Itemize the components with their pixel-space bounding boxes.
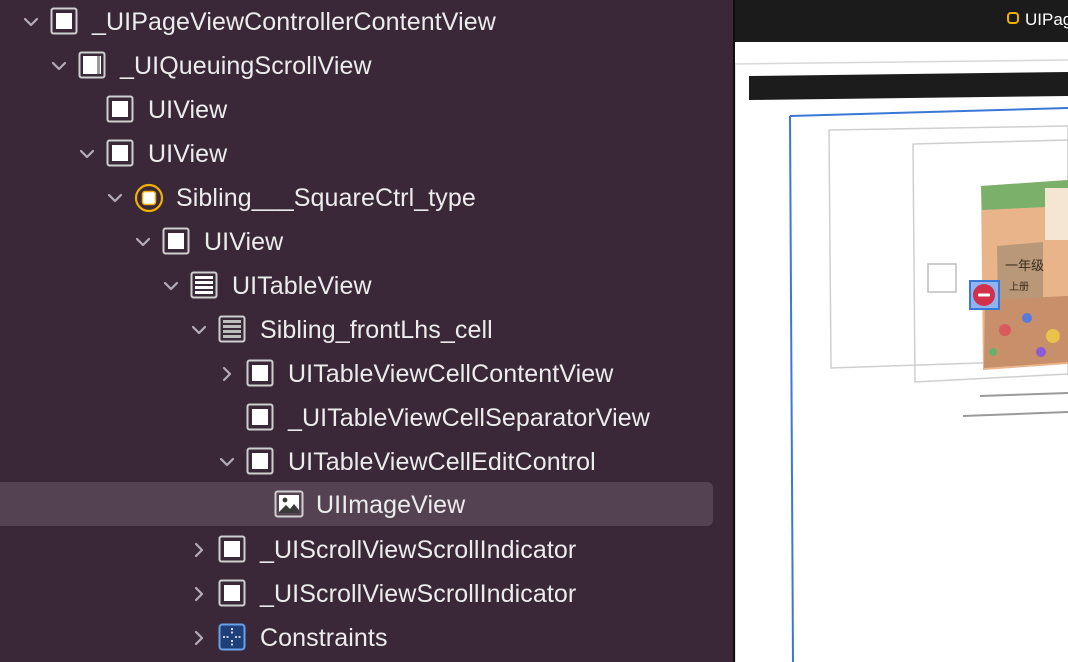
outline-item-label: UIView (148, 140, 228, 168)
book-grade-text: 一年级 (1005, 259, 1044, 274)
outline-item-label: UIImageView (316, 491, 466, 519)
outline-item-label: Sibling_frontLhs_cell (260, 316, 493, 344)
outline-item-label: Sibling___SquareCtrl_type (176, 184, 476, 212)
outline-row[interactable]: Sibling_frontLhs_cell (0, 308, 733, 352)
scene-header-bar (749, 72, 1068, 100)
view-icon (106, 95, 134, 123)
chevron-right-icon[interactable] (190, 541, 208, 559)
outline-row[interactable]: UITableView (0, 264, 733, 308)
view-icon (106, 139, 134, 167)
outline-row[interactable]: Sibling___SquareCtrl_type (0, 176, 733, 220)
outline-row[interactable]: _UIScrollViewScrollIndicator (0, 572, 733, 616)
outline-row[interactable]: UIView (0, 88, 733, 132)
outline-item-label: Constraints (260, 624, 388, 652)
outline-item-label: _UIScrollViewScrollIndicator (260, 580, 577, 608)
outline-row[interactable]: _UIPageViewControllerContentView (0, 0, 733, 44)
view-controller-icon (134, 183, 164, 213)
chevron-right-icon[interactable] (218, 365, 236, 383)
outline-row[interactable]: UIView (0, 132, 733, 176)
interface-builder-canvas[interactable]: UIPageV 一年级 上册 (735, 0, 1068, 662)
view-icon (218, 579, 246, 607)
outline-row[interactable]: UITableViewCellEditControl (0, 440, 733, 484)
chevron-down-icon[interactable] (22, 13, 40, 31)
outline-row[interactable]: UITableViewCellContentView (0, 352, 733, 396)
table-view-icon (190, 271, 218, 299)
outline-item-label: _UITableViewCellSeparatorView (288, 404, 650, 432)
outline-row-selected[interactable]: UIImageView (0, 482, 733, 526)
chevron-down-icon[interactable] (190, 321, 208, 339)
outline-row[interactable]: _UIQueuingScrollView (0, 44, 733, 88)
view-icon (246, 447, 274, 475)
constraints-icon (218, 623, 246, 651)
separator-line (979, 392, 1068, 397)
outline-item-label: UIView (148, 96, 228, 124)
chevron-down-icon[interactable] (134, 233, 152, 251)
book-volume-text: 上册 (1009, 281, 1029, 293)
chevron-right-icon[interactable] (190, 585, 208, 603)
outline-item-label: UITableViewCellContentView (288, 360, 614, 388)
view-icon (246, 359, 274, 387)
cell-content-square (927, 263, 957, 293)
chevron-right-icon[interactable] (190, 629, 208, 647)
image-view-icon (274, 490, 304, 518)
selection-outline-left (789, 115, 794, 662)
outline-item-label: _UIScrollViewScrollIndicator (260, 536, 577, 564)
outline-row[interactable]: UIView (0, 220, 733, 264)
book-cover-image (981, 180, 1068, 370)
chevron-down-icon[interactable] (218, 453, 236, 471)
chevron-down-icon[interactable] (162, 277, 180, 295)
chevron-down-icon[interactable] (78, 145, 96, 163)
outline-item-label: _UIQueuingScrollView (120, 52, 372, 80)
separator-line (962, 411, 1068, 417)
outline-item-label: UIView (204, 228, 284, 256)
outline-row[interactable]: _UIScrollViewScrollIndicator (0, 528, 733, 572)
canvas-scene-drawing: 一年级 上册 (735, 59, 1068, 662)
view-icon (162, 227, 190, 255)
scroll-view-icon (78, 51, 106, 79)
outline-item-label: UITableViewCellEditControl (288, 448, 596, 476)
chevron-down-icon[interactable] (50, 57, 68, 75)
view-icon (50, 7, 78, 35)
chevron-down-icon[interactable] (106, 189, 124, 207)
view-icon (246, 403, 274, 431)
outline-row[interactable]: _UITableViewCellSeparatorView (0, 396, 733, 440)
view-icon (218, 535, 246, 563)
selection-outline-top (789, 107, 1068, 117)
outline-item-label: _UIPageViewControllerContentView (92, 8, 496, 36)
document-outline: _UIPageViewControllerContentView _UIQueu… (0, 0, 733, 662)
outline-row[interactable]: Constraints (0, 616, 733, 660)
outline-item-label: UITableView (232, 272, 372, 300)
table-cell-icon (218, 315, 246, 343)
